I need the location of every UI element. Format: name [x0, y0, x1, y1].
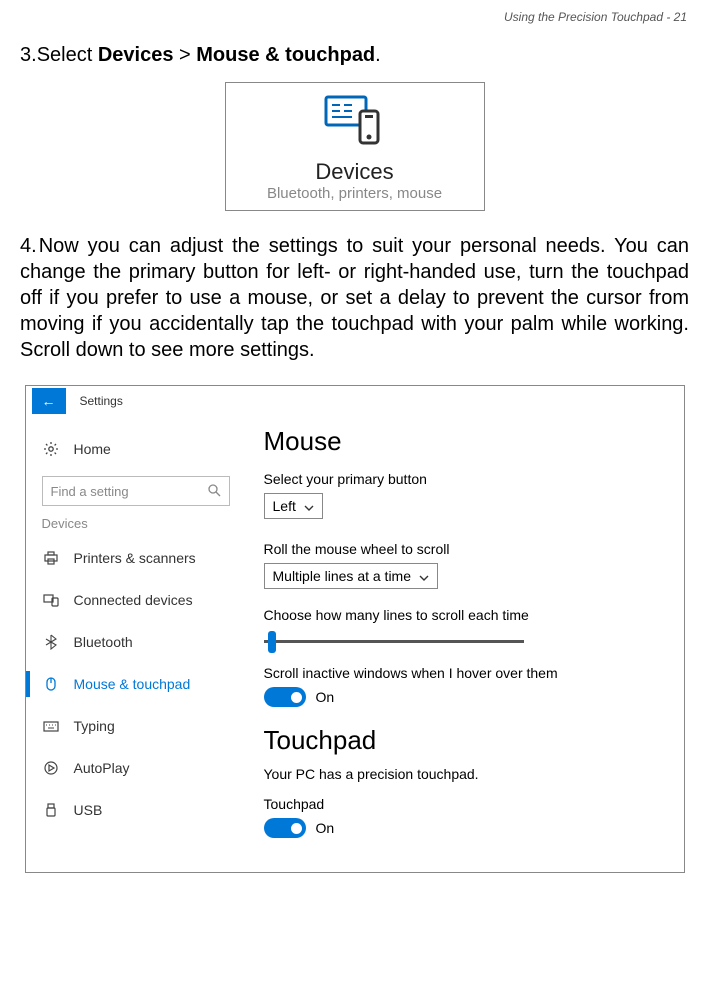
main-content: Mouse Select your primary button Left Ro…	[246, 416, 684, 872]
step-3-text-mid: >	[173, 44, 196, 66]
inactive-windows-label: Scroll inactive windows when I hover ove…	[264, 665, 666, 681]
sidebar-item-label: USB	[74, 802, 103, 818]
window-title: Settings	[80, 394, 123, 408]
sidebar-item-autoplay[interactable]: AutoPlay	[26, 747, 246, 789]
step-3-text-end: .	[375, 44, 381, 66]
chevron-down-icon	[419, 568, 429, 584]
sidebar-item-label: Connected devices	[74, 592, 193, 608]
sidebar-item-label: AutoPlay	[74, 760, 130, 776]
usb-icon	[42, 801, 60, 819]
settings-window: ← Settings Home Find a setting Devices	[25, 385, 685, 873]
scroll-wheel-label: Roll the mouse wheel to scroll	[264, 541, 666, 557]
touchpad-heading: Touchpad	[264, 725, 666, 756]
step-3-text-pre: Select	[37, 44, 98, 66]
step-3-devices: Devices	[98, 44, 174, 66]
search-input[interactable]: Find a setting	[42, 476, 230, 506]
connected-devices-icon	[42, 591, 60, 609]
touchpad-toggle[interactable]	[264, 818, 306, 838]
devices-settings-tile[interactable]: Devices Bluetooth, printers, mouse	[225, 82, 485, 211]
step-4: 4.Now you can adjust the settings to sui…	[20, 233, 689, 363]
page-header: Using the Precision Touchpad - 21	[20, 10, 689, 24]
primary-button-dropdown[interactable]: Left	[264, 493, 323, 519]
sidebar-item-typing[interactable]: Typing	[26, 705, 246, 747]
devices-tile-title: Devices	[236, 159, 474, 185]
step-3: 3.Select Devices > Mouse & touchpad.	[20, 44, 689, 67]
sidebar-item-printers[interactable]: Printers & scanners	[26, 537, 246, 579]
sidebar-item-label: Printers & scanners	[74, 550, 196, 566]
slider-track	[264, 640, 524, 643]
devices-tile-subtitle: Bluetooth, printers, mouse	[236, 185, 474, 202]
mouse-heading: Mouse	[264, 426, 666, 457]
touchpad-label: Touchpad	[264, 796, 666, 812]
back-arrow-icon: ←	[42, 393, 56, 409]
autoplay-icon	[42, 759, 60, 777]
search-icon	[207, 483, 221, 500]
sidebar-item-usb[interactable]: USB	[26, 789, 246, 831]
step-4-text: Now you can adjust the settings to suit …	[20, 235, 689, 361]
devices-tile-icon	[320, 135, 390, 152]
sidebar-item-connected[interactable]: Connected devices	[26, 579, 246, 621]
scroll-lines-slider[interactable]	[264, 631, 524, 653]
window-titlebar: ← Settings	[26, 386, 684, 416]
scroll-wheel-dropdown[interactable]: Multiple lines at a time	[264, 563, 439, 589]
mouse-icon	[42, 675, 60, 693]
inactive-windows-toggle[interactable]	[264, 687, 306, 707]
touchpad-description: Your PC has a precision touchpad.	[264, 766, 666, 782]
gear-icon	[42, 440, 60, 458]
scroll-lines-label: Choose how many lines to scroll each tim…	[264, 607, 666, 623]
search-placeholder: Find a setting	[51, 484, 129, 499]
sidebar: Home Find a setting Devices Printers & s…	[26, 416, 246, 872]
keyboard-icon	[42, 717, 60, 735]
bluetooth-icon	[42, 633, 60, 651]
primary-button-value: Left	[273, 498, 296, 514]
step-3-number: 3.	[20, 44, 37, 66]
sidebar-section-header: Devices	[26, 516, 246, 537]
step-3-mouse: Mouse & touchpad	[196, 44, 375, 66]
scroll-wheel-value: Multiple lines at a time	[273, 568, 412, 584]
touchpad-toggle-state: On	[316, 820, 335, 836]
primary-button-label: Select your primary button	[264, 471, 666, 487]
sidebar-item-label: Home	[74, 441, 111, 457]
step-4-number: 4.	[20, 235, 37, 257]
sidebar-item-label: Mouse & touchpad	[74, 676, 191, 692]
sidebar-item-home[interactable]: Home	[26, 428, 246, 470]
inactive-windows-toggle-state: On	[316, 689, 335, 705]
sidebar-item-label: Bluetooth	[74, 634, 133, 650]
sidebar-item-mouse[interactable]: Mouse & touchpad	[26, 663, 246, 705]
sidebar-item-bluetooth[interactable]: Bluetooth	[26, 621, 246, 663]
slider-thumb[interactable]	[268, 631, 276, 653]
back-button[interactable]: ←	[32, 388, 66, 414]
chevron-down-icon	[304, 498, 314, 514]
printer-icon	[42, 549, 60, 567]
sidebar-item-label: Typing	[74, 718, 115, 734]
